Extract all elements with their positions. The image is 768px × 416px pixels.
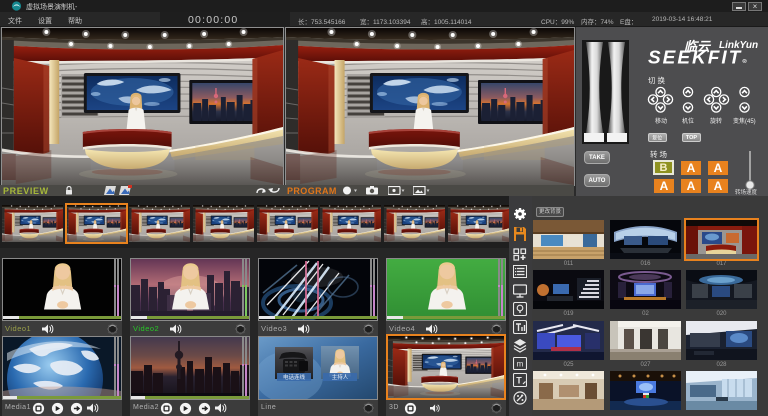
svg-text:主持人: 主持人 (332, 373, 349, 381)
svg-text:电话连线: 电话连线 (283, 373, 306, 381)
svg-text:m: m (517, 360, 524, 369)
svg-text:T: T (516, 376, 522, 386)
